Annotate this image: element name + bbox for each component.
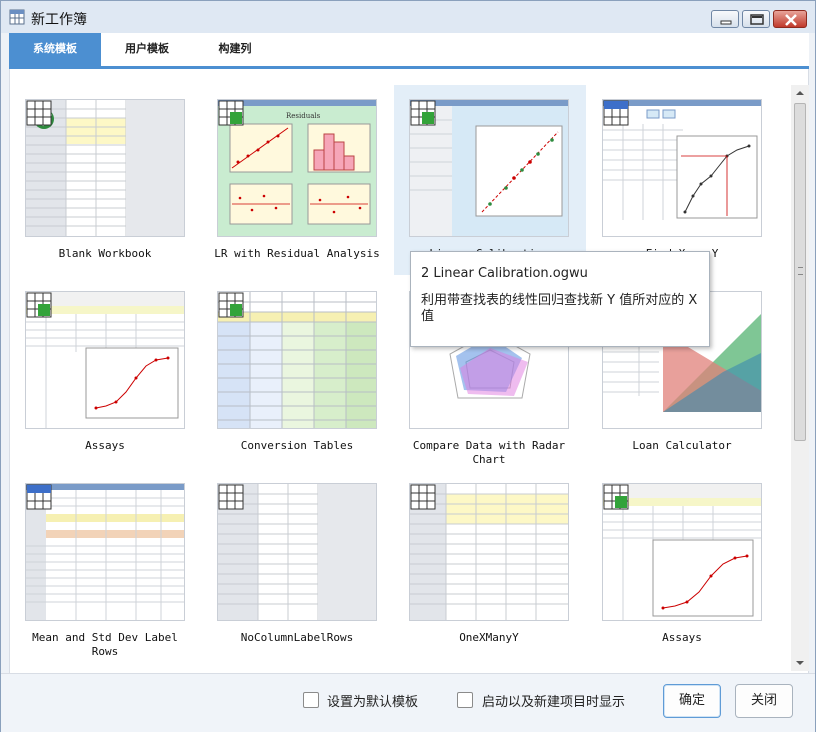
template-thumbnail: [25, 99, 185, 237]
workbook-badge-icon: [410, 484, 436, 510]
template-card-one-x-many-y[interactable]: OneXManyY: [401, 469, 593, 659]
workbook-blue-badge-icon: [603, 100, 629, 126]
tab-bar: 系统模板 用户模板 构建列: [9, 33, 809, 67]
template-card-conversion-tables[interactable]: Conversion Tables: [209, 277, 401, 467]
workbook-graph-badge-icon: [603, 484, 629, 510]
template-label: Assays: [662, 631, 702, 644]
template-thumbnail: [25, 483, 185, 621]
template-thumbnail: [409, 99, 569, 237]
template-thumbnail: [217, 291, 377, 429]
template-label: OneXManyY: [459, 631, 519, 644]
tab-build-columns[interactable]: 构建列: [193, 33, 277, 67]
template-card-lr-residual[interactable]: Residuals LR with Residual Analysis: [209, 85, 401, 275]
template-label: Conversion Tables: [240, 439, 354, 452]
close-icon: [785, 14, 797, 26]
workbook-blue-badge-icon: [26, 484, 52, 510]
template-label: Compare Data with Radar Chart: [412, 439, 566, 466]
template-card-no-column-label-rows[interactable]: NoColumnLabelRows: [209, 469, 401, 659]
template-thumbnail: [25, 291, 185, 429]
tab-user-templates[interactable]: 用户模板: [101, 33, 193, 67]
svg-text:Residuals: Residuals: [286, 112, 321, 120]
scroll-down-arrow-icon[interactable]: [791, 655, 809, 671]
set-default-template-checkbox[interactable]: [303, 692, 319, 708]
template-label: NoColumnLabelRows: [240, 631, 354, 644]
tab-system-templates[interactable]: 系统模板: [9, 33, 101, 67]
minimize-icon: [720, 20, 732, 25]
template-gallery: Blank Workbook Residuals LR with Residua…: [9, 69, 809, 673]
template-card-linear-calibration[interactable]: Linear Calibration: [394, 85, 586, 275]
close-button[interactable]: 关闭: [735, 684, 793, 718]
new-workbook-dialog: 新工作簿 系统模板 用户模板 构建列 Blank Workbook Residu…: [0, 0, 816, 732]
template-card-assays-2[interactable]: Assays: [594, 469, 786, 659]
template-tooltip: 2 Linear Calibration.ogwu 利用带查找表的线性回归查找新…: [410, 251, 710, 347]
template-label: Assays: [85, 439, 125, 452]
minimize-button[interactable]: [711, 10, 739, 28]
vertical-scrollbar[interactable]: [791, 85, 809, 671]
template-thumbnail: [602, 483, 762, 621]
template-label: Mean and Std Dev Label Rows: [32, 631, 178, 658]
template-label: Loan Calculator: [632, 439, 732, 452]
template-card-mean-std-dev[interactable]: Mean and Std Dev Label Rows: [17, 469, 209, 659]
template-label: Blank Workbook: [58, 247, 152, 260]
template-thumbnail: Residuals: [217, 99, 377, 237]
dialog-footer: 设置为默认模板 启动以及新建项目时显示 确定 关闭: [1, 673, 815, 732]
template-thumbnail: [217, 483, 377, 621]
set-default-template-label: 设置为默认模板: [327, 695, 419, 710]
show-on-startup-label: 启动以及新建项目时显示: [482, 695, 626, 710]
ok-button[interactable]: 确定: [663, 684, 721, 718]
scrollbar-grip-icon: [798, 267, 803, 275]
template-card-assays[interactable]: Assays: [17, 277, 209, 467]
maximize-button[interactable]: [742, 10, 770, 28]
workbook-badge-icon: [218, 484, 244, 510]
close-window-button[interactable]: [773, 10, 807, 28]
scroll-up-arrow-icon[interactable]: [791, 85, 809, 101]
workbook-graph-badge-icon: [218, 100, 244, 126]
scrollbar-thumb[interactable]: [794, 103, 806, 441]
template-thumbnail: [602, 99, 762, 237]
workbook-app-icon: [9, 9, 25, 25]
workbook-badge-icon: [26, 100, 52, 126]
maximize-icon: [750, 14, 764, 25]
show-on-startup-checkbox[interactable]: [457, 692, 473, 708]
template-card-blank-workbook[interactable]: Blank Workbook: [17, 85, 209, 275]
window-title: 新工作簿: [31, 12, 87, 28]
workbook-graph-badge-icon: [26, 292, 52, 318]
template-card-find-x-or-y[interactable]: Find X or Y: [594, 85, 786, 275]
template-thumbnail: [409, 483, 569, 621]
tooltip-title: 2 Linear Calibration.ogwu: [421, 266, 588, 281]
workbook-graph-badge-icon: [410, 100, 436, 126]
tooltip-description: 利用带查找表的线性回归查找新 Y 值所对应的 X 值: [421, 293, 698, 324]
title-bar: 新工作簿: [1, 1, 815, 33]
template-label: LR with Residual Analysis: [214, 247, 380, 260]
workbook-graph-badge-icon: [218, 292, 244, 318]
